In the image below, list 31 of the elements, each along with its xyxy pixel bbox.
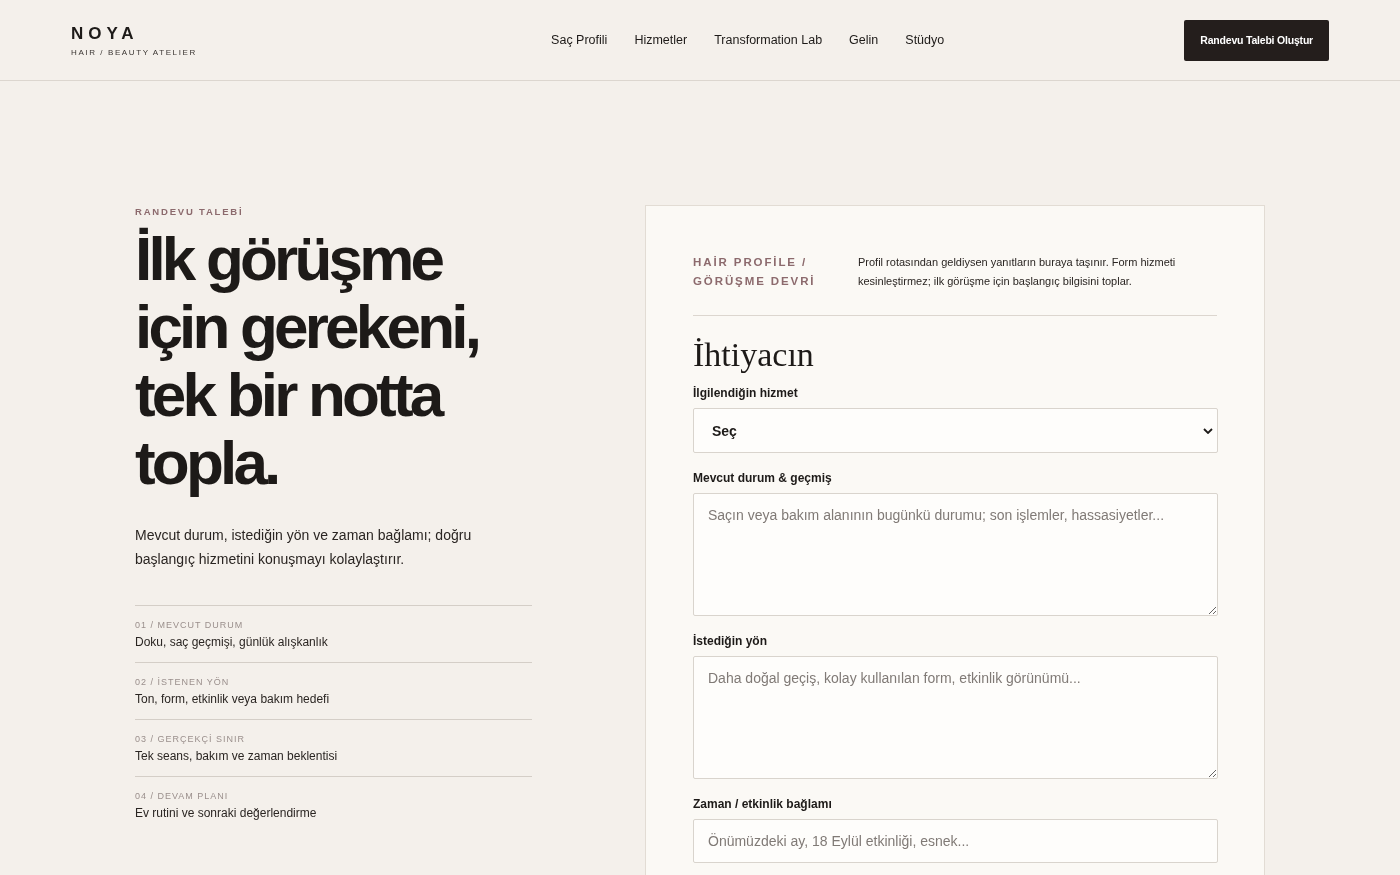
brand-logo[interactable]: NOYA bbox=[71, 23, 271, 44]
chevron-down-icon bbox=[1203, 427, 1213, 434]
field-label: Mevcut durum & geçmiş bbox=[693, 471, 833, 485]
section-eyebrow: RANDEVU TALEBİ bbox=[135, 206, 245, 217]
nav-link[interactable]: Hizmetler bbox=[634, 33, 688, 47]
step-text: Ton, form, etkinlik veya bakım hedefi bbox=[135, 692, 331, 706]
step-text: Doku, saç geçmişi, günlük alışkanlık bbox=[135, 635, 329, 649]
text-area[interactable]: Saçın veya bakım alanının bugünkü durumu; son işlemler, hassasiyetler... bbox=[693, 493, 1218, 616]
service-select[interactable]: Seç bbox=[693, 408, 1218, 453]
appointment-button[interactable]: Randevu Talebi Oluştur bbox=[1184, 19, 1329, 61]
field-label: İlgilendiğin hizmet bbox=[693, 386, 799, 400]
lead-paragraph: Mevcut durum, istediğin yön ve zaman bağlamı; doğru başlangıç hizmetini konuşmayı kolaylaştırır. bbox=[135, 526, 473, 569]
nav-link[interactable]: Saç Profili bbox=[551, 33, 608, 47]
input-field[interactable]: Önümüzdeki ay, 18 Eylül etkinliği, esnek... bbox=[693, 819, 1218, 863]
nav-link[interactable]: Stüdyo bbox=[905, 33, 945, 47]
headline: İlk görüşme için gerekeni, tek bir notta topla. bbox=[135, 225, 480, 497]
step-text: Tek seans, bakım ve zaman beklentisi bbox=[135, 749, 339, 763]
step-label: 03 / GERÇEKÇİ SINIR bbox=[135, 734, 247, 744]
form-eyebrow: HAİR PROFİLE / GÖRÜŞME DEVRİ bbox=[693, 255, 817, 289]
field-label: İstediğin yön bbox=[693, 634, 768, 648]
nav-link[interactable]: Transformation Lab bbox=[714, 33, 823, 47]
step-label: 04 / DEVAM PLANI bbox=[135, 791, 230, 801]
brand-tagline: HAIR / BEAUTY ATELIER bbox=[71, 47, 198, 57]
step-label: 01 / MEVCUT DURUM bbox=[135, 620, 245, 630]
step-text: Ev rutini ve sonraki değerlendirme bbox=[135, 806, 318, 820]
field-label: Zaman / etkinlik bağlamı bbox=[693, 797, 833, 811]
form-note: Profil rotasından geldiysen yanıtların buraya taşınır. Form hizmeti kesinleştirmez; ilk görüşme için başlangıç bilgisini toplar. bbox=[858, 255, 1177, 289]
step-label: 02 / İSTENEN YÖN bbox=[135, 677, 231, 687]
nav-link[interactable]: Gelin bbox=[849, 33, 879, 47]
text-area[interactable]: Daha doğal geçiş, kolay kullanılan form, etkinlik görünümü... bbox=[693, 656, 1218, 779]
section-heading: İhtiyacın bbox=[693, 336, 815, 374]
